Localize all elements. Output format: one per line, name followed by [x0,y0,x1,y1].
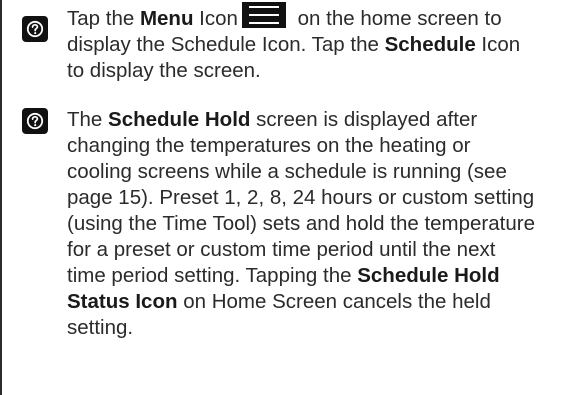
note-text: The [67,108,109,131]
left-border-rule [0,0,2,395]
help-note-schedule-hold: The Schedule Hold screen is displayed af… [67,107,537,341]
question-circle-icon [22,16,48,42]
note-text: Tap the [67,7,140,30]
note-text: Icon [193,7,238,30]
help-note-menu: Tap the Menu Icon on the home screen to … [67,2,537,84]
question-circle-icon [22,108,48,134]
menu-label: Menu [139,7,194,30]
schedule-hold-label: Schedule Hold [108,108,251,131]
hamburger-menu-icon [241,2,286,28]
note-text: screen is displayed after changing the t… [67,108,535,287]
schedule-label: Schedule [384,33,476,56]
